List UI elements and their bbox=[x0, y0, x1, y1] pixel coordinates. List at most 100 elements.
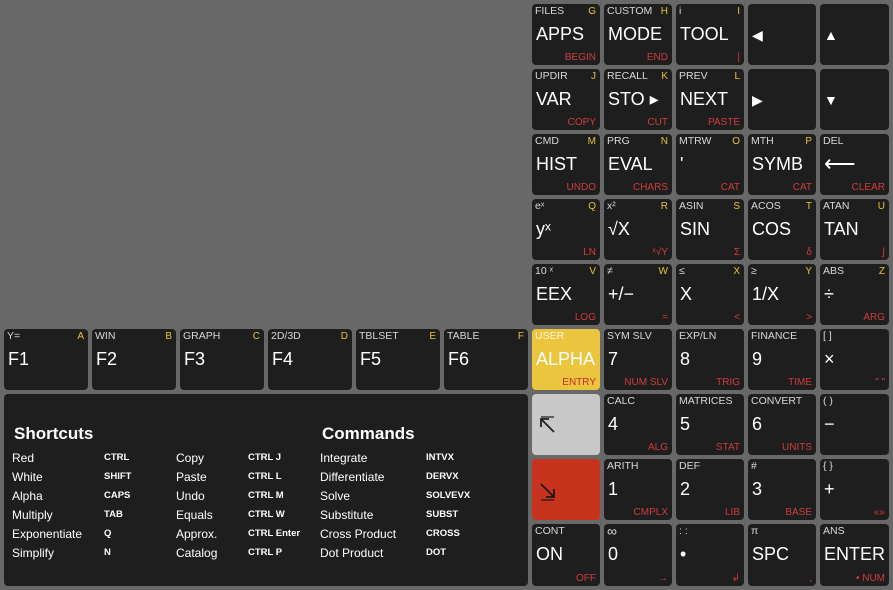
shortcut-key: CTRL P bbox=[248, 547, 283, 558]
key-main-label: SPC bbox=[752, 544, 790, 564]
key-main-label: VAR bbox=[536, 89, 572, 109]
key-yx[interactable]: eˣ Q yˣ LN bbox=[532, 199, 600, 260]
key-dot[interactable]: : : • ↲ bbox=[676, 524, 744, 586]
key-rshift-label: NUM SLV bbox=[624, 377, 668, 388]
key-sto[interactable]: RECALL K STO ▸ CUT bbox=[604, 69, 672, 130]
shortcut-label: Multiply bbox=[12, 508, 53, 522]
key-f4[interactable]: 2D/3D D F4 bbox=[268, 329, 352, 390]
shortcut-key: CAPS bbox=[104, 490, 131, 501]
key-alpha-label: K bbox=[661, 71, 668, 82]
key-space[interactable]: π SPC , bbox=[748, 524, 816, 586]
key-rshift-label: CHARS bbox=[632, 182, 668, 193]
key-2[interactable]: DEF 2 LIB bbox=[676, 459, 744, 520]
key-7[interactable]: SYM SLV 7 NUM SLV bbox=[604, 329, 672, 390]
key-sin[interactable]: ASIN S SIN Σ bbox=[676, 199, 744, 260]
key-rshift-label: ENTRY bbox=[562, 377, 596, 388]
key-eex[interactable]: 10 ˣ V EEX LOG bbox=[532, 264, 600, 325]
key-6[interactable]: CONVERT 6 UNITS bbox=[748, 394, 816, 455]
key-alpha-label: P bbox=[805, 136, 812, 147]
key-f2[interactable]: WIN B F2 bbox=[92, 329, 176, 390]
key-9[interactable]: FINANCE 9 TIME bbox=[748, 329, 816, 390]
key-f5[interactable]: TBLSET E F5 bbox=[356, 329, 440, 390]
key-rshift-label: LIB bbox=[724, 507, 740, 518]
key-rshift-label: = bbox=[662, 312, 668, 323]
key-subtract[interactable]: ( ) − bbox=[820, 394, 889, 455]
key-shift-label: RECALL bbox=[607, 70, 648, 82]
key-multiply[interactable]: [ ] × " " bbox=[820, 329, 889, 390]
key-shift-label: SYM SLV bbox=[607, 330, 652, 342]
key-shift-label: x² bbox=[607, 200, 616, 212]
help-panel: Shortcuts Commands Red CTRL White SHIFT … bbox=[4, 394, 528, 586]
key-shift-label: ≥ bbox=[751, 265, 757, 277]
key-rshift-label: < bbox=[734, 312, 740, 323]
key-f1[interactable]: Y= A F1 bbox=[4, 329, 88, 390]
key-negate[interactable]: ≠ W +/− = bbox=[604, 264, 672, 325]
key-shift-label: ≠ bbox=[607, 265, 613, 277]
key-left-arrow[interactable]: ◀ bbox=[748, 4, 816, 65]
up-arrow-icon: ▲ bbox=[824, 27, 838, 43]
key-shift-label: CONVERT bbox=[751, 395, 803, 407]
key-var[interactable]: UPDIR J VAR COPY bbox=[532, 69, 600, 130]
key-rshift-label: ∫ bbox=[882, 247, 885, 258]
key-rshift-label: CAT bbox=[792, 182, 812, 193]
key-sqrt[interactable]: x² R √X ˣ√Y bbox=[604, 199, 672, 260]
key-shift-label: ABS bbox=[823, 265, 845, 277]
key-3[interactable]: # 3 BASE bbox=[748, 459, 816, 520]
key-f3[interactable]: GRAPH C F3 bbox=[180, 329, 264, 390]
key-up-arrow[interactable]: ▲ bbox=[820, 4, 889, 65]
key-enter[interactable]: ANS ENTER • NUM bbox=[820, 524, 889, 586]
key-quote[interactable]: MTRW O ' CAT bbox=[676, 134, 744, 195]
key-0[interactable]: ∞ 0 → bbox=[604, 524, 672, 586]
key-divide[interactable]: ABS Z ÷ ARG bbox=[820, 264, 889, 325]
key-left-shift[interactable] bbox=[532, 394, 600, 455]
down-arrow-icon: ▼ bbox=[824, 92, 838, 108]
key-main-label: COS bbox=[752, 219, 792, 239]
key-alpha-label: J bbox=[591, 71, 596, 82]
key-inverse[interactable]: ≥ Y 1/X > bbox=[748, 264, 816, 325]
key-1[interactable]: ARITH 1 CMPLX bbox=[604, 459, 672, 520]
key-tool[interactable]: i I TOOL | bbox=[676, 4, 744, 65]
key-5[interactable]: MATRICES 5 STAT bbox=[676, 394, 744, 455]
key-rshift-label: LN bbox=[583, 247, 596, 258]
key-rshift-label: UNITS bbox=[782, 442, 812, 453]
key-rshift-label: END bbox=[646, 52, 668, 63]
key-shift-label: 10 ˣ bbox=[535, 265, 554, 277]
key-add[interactable]: { } + «» bbox=[820, 459, 889, 520]
key-eval[interactable]: PRG N EVAL CHARS bbox=[604, 134, 672, 195]
key-rshift-label: CUT bbox=[647, 117, 668, 128]
key-rshift-label: TIME bbox=[788, 377, 812, 388]
key-tan[interactable]: ATAN U TAN ∫ bbox=[820, 199, 889, 260]
key-shift-label: MTRW bbox=[679, 135, 712, 147]
key-rshift-label: BEGIN bbox=[564, 52, 596, 63]
key-shift-label: GRAPH bbox=[183, 330, 221, 342]
key-rshift-label: | bbox=[737, 52, 740, 63]
key-next[interactable]: PREV L NEXT PASTE bbox=[676, 69, 744, 130]
key-shift-label: ATAN bbox=[823, 200, 850, 212]
key-alpha[interactable]: USER ALPHA ENTRY bbox=[532, 329, 600, 390]
key-shift-label: TBLSET bbox=[359, 330, 399, 342]
key-8[interactable]: EXP/LN 8 TRIG bbox=[676, 329, 744, 390]
key-4[interactable]: CALC 4 ALG bbox=[604, 394, 672, 455]
key-rshift-label: CAT bbox=[720, 182, 740, 193]
command-label: Substitute bbox=[320, 508, 374, 522]
key-rshift-label: TRIG bbox=[716, 377, 740, 388]
key-mode[interactable]: CUSTOM H MODE END bbox=[604, 4, 672, 65]
key-x[interactable]: ≤ X X < bbox=[676, 264, 744, 325]
key-cos[interactable]: ACOS T COS δ bbox=[748, 199, 816, 260]
shortcut-key: TAB bbox=[104, 509, 123, 520]
key-f6[interactable]: TABLE F F6 bbox=[444, 329, 528, 390]
key-main-label: − bbox=[824, 414, 835, 434]
shortcut-label: Catalog bbox=[176, 546, 218, 560]
key-right-shift[interactable] bbox=[532, 459, 600, 520]
key-on[interactable]: CONT ON OFF bbox=[532, 524, 600, 586]
key-alpha-label: Z bbox=[878, 266, 885, 277]
shortcut-key: N bbox=[104, 547, 111, 558]
key-down-arrow[interactable]: ▼ bbox=[820, 69, 889, 130]
key-hist[interactable]: CMD M HIST UNDO bbox=[532, 134, 600, 195]
key-right-arrow[interactable]: ▶ bbox=[748, 69, 816, 130]
shortcut-label: Copy bbox=[176, 451, 205, 465]
key-backspace[interactable]: DEL ⟵ CLEAR bbox=[820, 134, 889, 195]
key-symb[interactable]: MTH P SYMB CAT bbox=[748, 134, 816, 195]
key-main-label: STO ▸ bbox=[608, 89, 659, 109]
key-apps[interactable]: FILES G APPS BEGIN bbox=[532, 4, 600, 65]
